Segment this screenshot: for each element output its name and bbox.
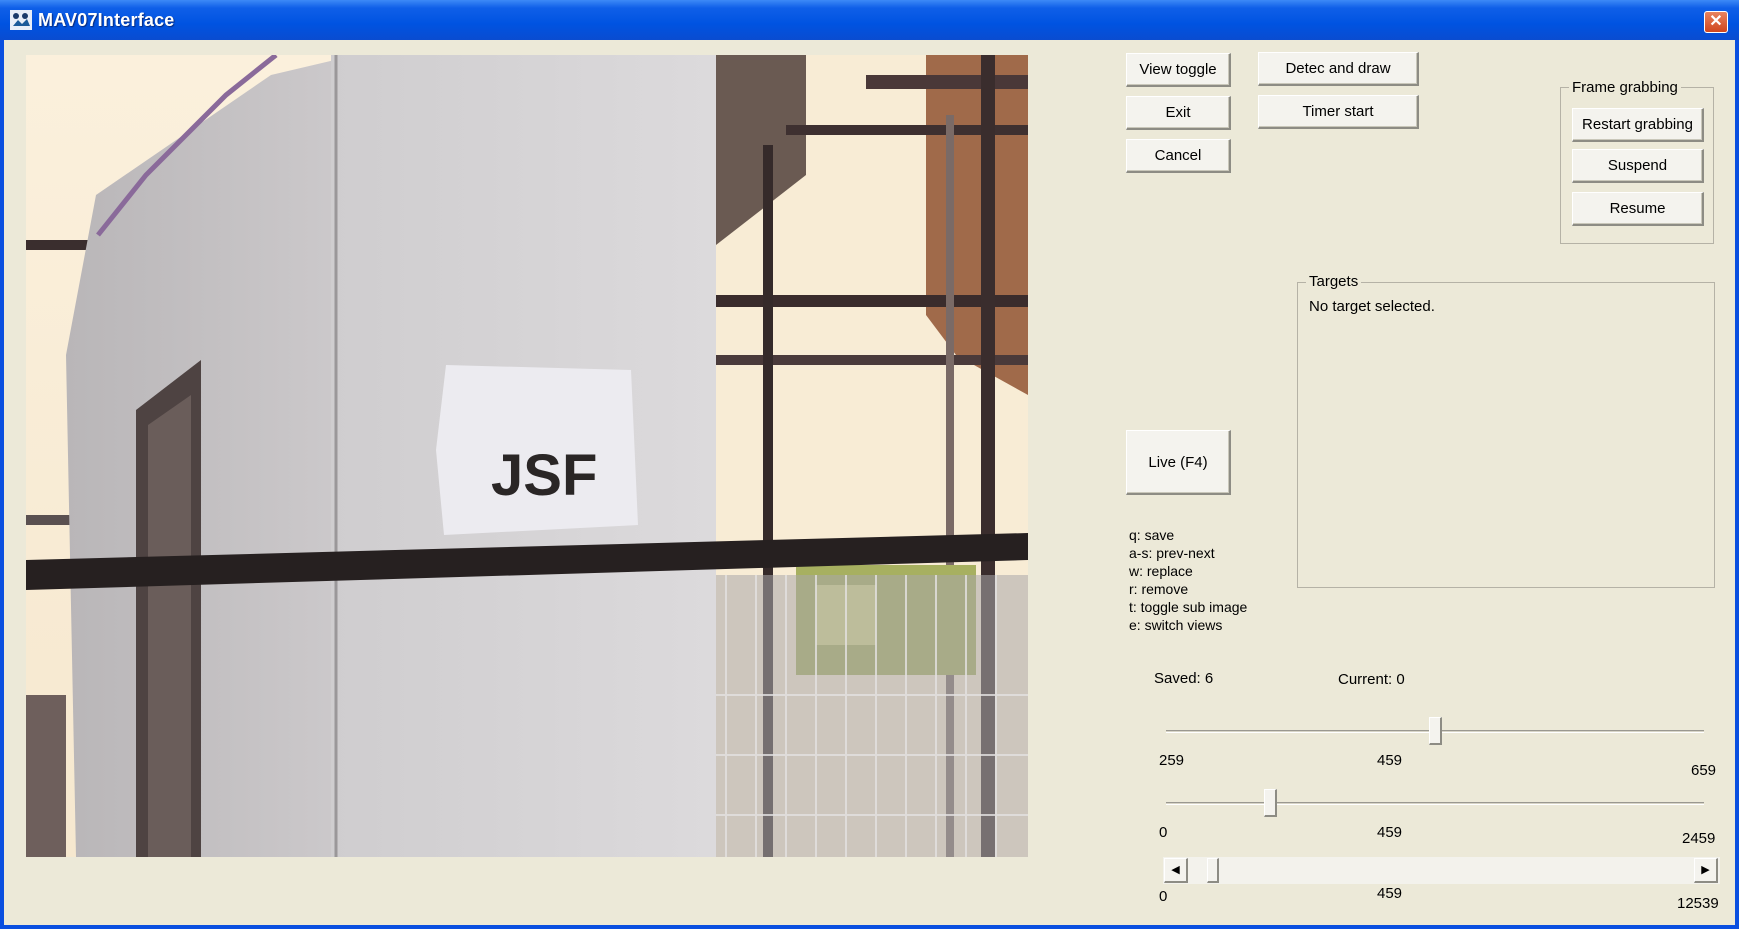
exit-button[interactable]: Exit	[1126, 96, 1231, 130]
frame-grabbing-title: Frame grabbing	[1569, 79, 1681, 96]
window-title: MAV07Interface	[38, 10, 175, 30]
targets-title: Targets	[1306, 273, 1362, 290]
sign-text: JSF	[491, 443, 597, 508]
scroll-left-button[interactable]: ◀	[1164, 858, 1188, 883]
shortcut-replace: w: replace	[1129, 563, 1193, 579]
shortcut-prev-next: a-s: prev-next	[1129, 545, 1215, 561]
slider-2-max: 2459	[1682, 830, 1716, 847]
view-toggle-button[interactable]: View toggle	[1126, 53, 1231, 87]
live-button[interactable]: Live (F4)	[1126, 430, 1231, 495]
scrollbar-min: 0	[1159, 888, 1168, 905]
slider-2-value: 459	[1377, 824, 1403, 841]
slider-1-min: 259	[1159, 752, 1185, 769]
arrow-left-icon: ◀	[1171, 864, 1180, 876]
targets-status: No target selected.	[1309, 298, 1435, 315]
shortcut-toggle-sub-image: t: toggle sub image	[1129, 599, 1248, 615]
suspend-button[interactable]: Suspend	[1572, 149, 1704, 183]
saved-counter: Saved: 6	[1154, 670, 1214, 687]
shortcut-remove: r: remove	[1129, 581, 1189, 597]
frame-scrollbar[interactable]: ◀ ▶	[1163, 857, 1720, 884]
scrollbar-max: 12539	[1677, 895, 1719, 912]
slider-2-track	[1166, 802, 1704, 805]
slider-1-thumb[interactable]	[1429, 717, 1442, 745]
timer-start-button[interactable]: Timer start	[1258, 95, 1419, 129]
shortcut-switch-views: e: switch views	[1129, 617, 1223, 633]
scrollbar-value: 459	[1377, 885, 1403, 902]
close-button[interactable]: ✕	[1704, 11, 1728, 33]
video-view[interactable]: JSF	[26, 55, 1028, 857]
restart-grabbing-button[interactable]: Restart grabbing	[1572, 108, 1704, 142]
close-icon: ✕	[1709, 13, 1723, 30]
detect-and-draw-button[interactable]: Detec and draw	[1258, 52, 1419, 86]
slider-1-value: 459	[1377, 752, 1403, 769]
app-icon	[10, 10, 32, 30]
title-bar: MAV07Interface ✕	[0, 0, 1739, 40]
keyboard-shortcuts: q: save a-s: prev-next w: replace r: rem…	[1129, 526, 1247, 634]
current-counter: Current: 0	[1338, 671, 1405, 688]
cancel-button[interactable]: Cancel	[1126, 139, 1231, 173]
resume-button[interactable]: Resume	[1572, 192, 1704, 226]
slider-1-max: 659	[1691, 762, 1717, 779]
arrow-right-icon: ▶	[1701, 864, 1710, 876]
targets-group	[1297, 282, 1715, 588]
scroll-right-button[interactable]: ▶	[1694, 858, 1718, 883]
camera-frame: JSF	[26, 55, 1028, 857]
scrollbar-thumb[interactable]	[1207, 858, 1219, 883]
shortcut-save: q: save	[1129, 527, 1175, 543]
slider-2-min: 0	[1159, 824, 1168, 841]
slider-2-thumb[interactable]	[1264, 789, 1277, 817]
